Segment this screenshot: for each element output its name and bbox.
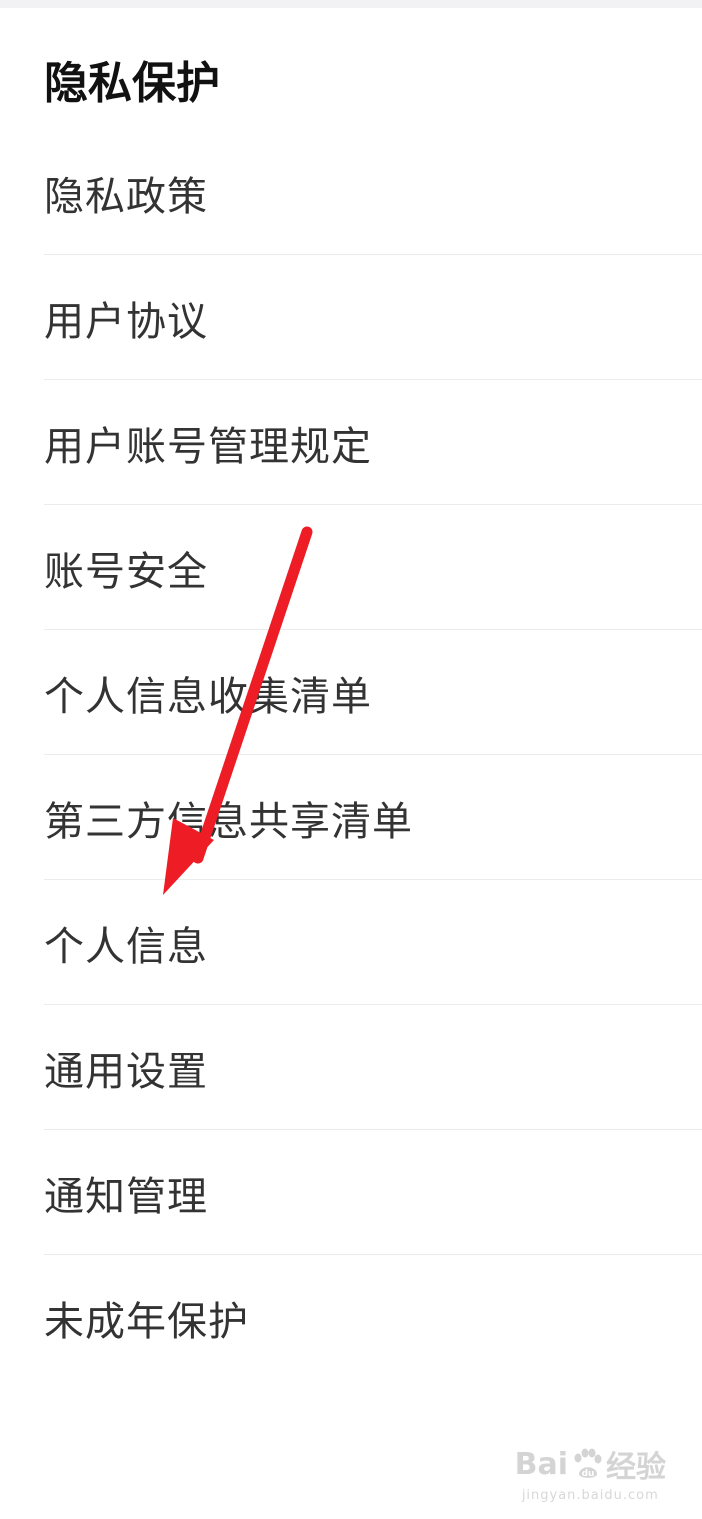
menu-item-minor-protection[interactable]: 未成年保护: [0, 1255, 702, 1380]
menu-item-account-security[interactable]: 账号安全: [0, 505, 702, 630]
watermark-logo: Bai du 经验: [515, 1442, 666, 1486]
menu-item-account-management-rules[interactable]: 用户账号管理规定: [0, 380, 702, 505]
top-divider-strip: [0, 0, 702, 8]
menu-item-label: 隐私政策: [44, 173, 208, 220]
menu-item-label: 个人信息: [44, 923, 208, 970]
menu-item-user-agreement[interactable]: 用户协议: [0, 255, 702, 380]
privacy-menu-list: 隐私政策 用户协议 用户账号管理规定 账号安全 个人信息收集清单 第三方信息共享…: [0, 130, 702, 1380]
menu-item-third-party-sharing-list[interactable]: 第三方信息共享清单: [0, 755, 702, 880]
svg-text:du: du: [582, 1469, 595, 1479]
watermark-url: jingyan.baidu.com: [521, 1488, 659, 1503]
menu-item-personal-info[interactable]: 个人信息: [0, 880, 702, 1005]
menu-item-label: 账号安全: [44, 548, 208, 595]
menu-item-privacy-policy[interactable]: 隐私政策: [0, 130, 702, 255]
menu-item-label: 用户协议: [44, 298, 208, 345]
menu-item-label: 用户账号管理规定: [44, 423, 372, 470]
watermark-brand-right: 经验: [606, 1450, 666, 1485]
menu-item-general-settings[interactable]: 通用设置: [0, 1005, 702, 1130]
menu-item-label: 未成年保护: [44, 1298, 249, 1345]
baidu-jingyan-watermark: Bai du 经验 jingyan.baidu.com: [515, 1442, 666, 1504]
privacy-settings-page: 隐私保护 隐私政策 用户协议 用户账号管理规定 账号安全 个人信息收集清单 第三…: [0, 0, 702, 1519]
menu-item-label: 个人信息收集清单: [44, 673, 372, 720]
menu-item-label: 通知管理: [44, 1173, 208, 1220]
menu-item-personal-info-collection-list[interactable]: 个人信息收集清单: [0, 630, 702, 755]
paw-icon: du: [574, 1448, 602, 1479]
watermark-brand-left: Bai: [514, 1446, 568, 1482]
section-title: 隐私保护: [44, 58, 220, 109]
menu-item-label: 通用设置: [44, 1048, 208, 1095]
menu-item-label: 第三方信息共享清单: [44, 798, 413, 845]
menu-item-notification-management[interactable]: 通知管理: [0, 1130, 702, 1255]
